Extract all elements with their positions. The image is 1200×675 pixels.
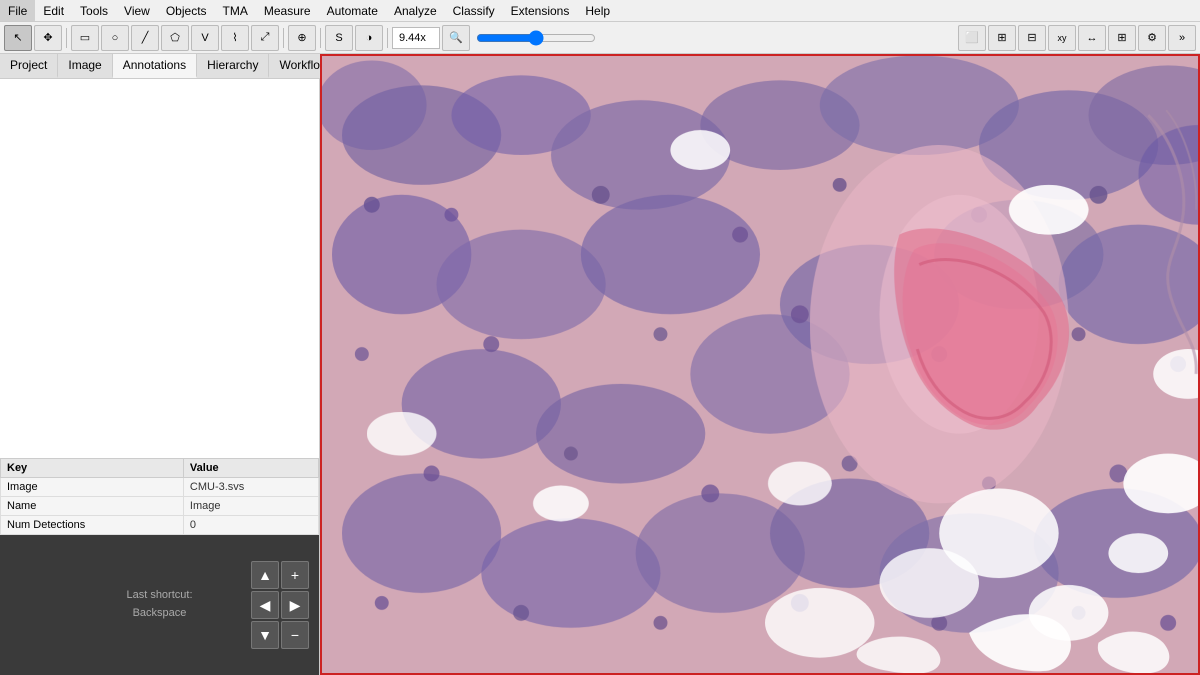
annotation-area: [0, 79, 319, 458]
more-btn[interactable]: »: [1168, 25, 1196, 51]
rectangle-tool[interactable]: ▭: [71, 25, 99, 51]
nav-left-btn[interactable]: ◀: [251, 591, 279, 619]
menu-tma[interactable]: TMA: [215, 0, 256, 21]
pointer-tool[interactable]: ↖: [4, 25, 32, 51]
menu-view[interactable]: View: [116, 0, 158, 21]
points-tool[interactable]: ⌇: [221, 25, 249, 51]
zoom-slider[interactable]: [476, 30, 596, 46]
zoom-in-nav-btn[interactable]: +: [281, 561, 309, 589]
toolbar-separator-1: [66, 28, 67, 48]
transform-tool[interactable]: ⤢: [251, 25, 279, 51]
col-value-header: Value: [183, 459, 318, 478]
menubar: File Edit Tools View Objects TMA Measure…: [0, 0, 1200, 22]
wand-tool[interactable]: V: [191, 25, 219, 51]
zoom-out-nav-btn[interactable]: −: [281, 621, 309, 649]
prop-key: Image: [1, 478, 184, 497]
shortcut-display: Last shortcut: Backspace: [126, 587, 192, 622]
tab-image[interactable]: Image: [58, 54, 112, 78]
prop-key: Num Detections: [1, 516, 184, 535]
pan-tool[interactable]: ✥: [34, 25, 62, 51]
ellipse-tool[interactable]: ○: [101, 25, 129, 51]
col-key-header: Key: [1, 459, 184, 478]
shortcut-label: Last shortcut:: [126, 589, 192, 601]
menu-edit[interactable]: Edit: [35, 0, 72, 21]
table-row: NameImage: [1, 497, 319, 516]
toolbar-separator-4: [387, 28, 388, 48]
prop-key: Name: [1, 497, 184, 516]
left-panel: Project Image Annotations Hierarchy Work…: [0, 54, 320, 675]
polygon-tool[interactable]: ⬠: [161, 25, 189, 51]
measure-ruler-btn[interactable]: ↔: [1078, 25, 1106, 51]
menu-extensions[interactable]: Extensions: [503, 0, 578, 21]
detection-display-btn[interactable]: ⬜: [958, 25, 986, 51]
zoom-display: 9.44x: [392, 27, 440, 49]
grid-btn[interactable]: ⊞: [1108, 25, 1136, 51]
nav-controls: + ▲ ◀ ▶ − ▼: [251, 561, 309, 649]
prop-value: 0: [183, 516, 318, 535]
tab-hierarchy[interactable]: Hierarchy: [197, 54, 269, 78]
histology-image: [322, 56, 1198, 673]
shortcut-value: Backspace: [133, 607, 187, 619]
tab-annotations[interactable]: Annotations: [113, 54, 197, 78]
menu-objects[interactable]: Objects: [158, 0, 215, 21]
menu-analyze[interactable]: Analyze: [386, 0, 445, 21]
table-row: ImageCMU-3.svs: [1, 478, 319, 497]
menu-automate[interactable]: Automate: [319, 0, 386, 21]
tab-project[interactable]: Project: [0, 54, 58, 78]
brightness-tool[interactable]: ◑: [355, 25, 383, 51]
line-tool[interactable]: ╱: [131, 25, 159, 51]
menu-measure[interactable]: Measure: [256, 0, 319, 21]
toolbar-right: ⬜ ⊞ ⊟ xy ↔ ⊞ ⚙ »: [958, 25, 1196, 51]
prop-value: CMU-3.svs: [183, 478, 318, 497]
menu-classify[interactable]: Classify: [445, 0, 503, 21]
toolbar: ↖ ✥ ▭ ○ ╱ ⬠ V ⌇ ⤢ ⊕ S ◑ 9.44x 🔍 ⬜ ⊞ ⊟ xy…: [0, 22, 1200, 54]
nav-up-btn[interactable]: ▲: [251, 561, 279, 589]
overlay-btn[interactable]: ⊞: [988, 25, 1016, 51]
prop-value: Image: [183, 497, 318, 516]
properties-section: Key Value ImageCMU-3.svsNameImageNum Det…: [0, 458, 319, 535]
coordinates-btn[interactable]: xy: [1048, 25, 1076, 51]
nav-right-btn[interactable]: ▶: [281, 591, 309, 619]
navigation-panel: Last shortcut: Backspace + ▲ ◀ ▶ − ▼: [0, 535, 319, 675]
toolbar-separator-3: [320, 28, 321, 48]
split-tool[interactable]: ⊕: [288, 25, 316, 51]
table-row: Num Detections0: [1, 516, 319, 535]
image-viewport[interactable]: [320, 54, 1200, 675]
properties-body: ImageCMU-3.svsNameImageNum Detections0: [1, 478, 319, 535]
mini-viewer-btn[interactable]: ⊟: [1018, 25, 1046, 51]
nav-down-btn[interactable]: ▼: [251, 621, 279, 649]
zoom-slider-container: [476, 30, 596, 46]
menu-file[interactable]: File: [0, 0, 35, 21]
main-area: Project Image Annotations Hierarchy Work…: [0, 54, 1200, 675]
s-tool[interactable]: S: [325, 25, 353, 51]
zoom-icon[interactable]: 🔍: [442, 25, 470, 51]
toolbar-separator-2: [283, 28, 284, 48]
panel-tabs: Project Image Annotations Hierarchy Work…: [0, 54, 319, 79]
menu-tools[interactable]: Tools: [72, 0, 116, 21]
properties-table: Key Value ImageCMU-3.svsNameImageNum Det…: [0, 458, 319, 535]
menu-help[interactable]: Help: [577, 0, 618, 21]
settings-btn[interactable]: ⚙: [1138, 25, 1166, 51]
